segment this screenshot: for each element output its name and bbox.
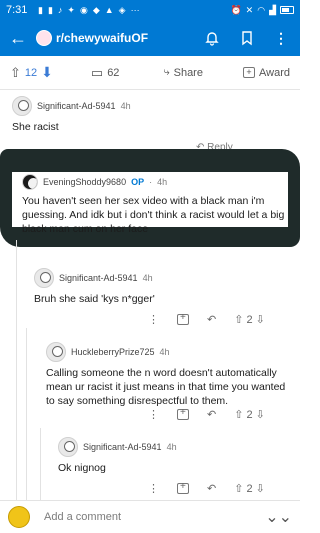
bookmark-icon[interactable] xyxy=(240,30,254,46)
comment: Significant-Ad-5941 4h Ok nignog xyxy=(0,437,300,475)
mute-icon: ✕ xyxy=(245,4,254,15)
avatar[interactable] xyxy=(34,268,54,288)
alarm-icon: ⏰ xyxy=(230,4,242,15)
notification-icon: ▲ xyxy=(104,5,114,15)
award-icon[interactable] xyxy=(177,312,189,325)
more-options-icon[interactable]: ⋮ xyxy=(148,313,159,326)
comment-username[interactable]: Significant-Ad-5941 xyxy=(83,442,162,452)
comment: EveningShoddy9680 OP · 4h You haven't se… xyxy=(0,174,300,236)
signal-icon: ▟ xyxy=(269,4,276,15)
notification-icon: ◉ xyxy=(79,4,88,15)
share-button[interactable]: ⤷ Share xyxy=(163,66,203,79)
award-button[interactable]: + Award xyxy=(243,67,290,79)
comment-text: She racist xyxy=(12,121,59,133)
vote-count: 2 xyxy=(246,482,253,495)
comment-composer: Add a comment ⌄⌄ xyxy=(0,500,300,533)
comment-age: 4h xyxy=(166,442,177,452)
comments-button[interactable]: ▭ 62 xyxy=(91,65,120,81)
comment-username[interactable]: HuckleberryPrize725 xyxy=(71,347,155,357)
notification-icon: ◈ xyxy=(118,4,126,15)
comment: Significant-Ad-5941 4h She racist ↶ Repl… xyxy=(0,96,300,153)
notification-icon: ✦ xyxy=(67,4,75,15)
comment-age: 4h xyxy=(120,101,131,111)
upvote-icon[interactable]: ⇧ xyxy=(10,65,21,81)
comment-username[interactable]: Significant-Ad-5941 xyxy=(59,273,138,283)
notification-icon: ▮ xyxy=(38,4,43,15)
downvote-icon[interactable]: ⇩ xyxy=(256,313,265,326)
comment-text: Calling someone the n word doesn't autom… xyxy=(46,367,286,407)
comment-actions: ⋮ ↶ ⇧ 2 ⇩ xyxy=(148,481,265,495)
more-options-icon[interactable]: ⋮ xyxy=(274,30,288,47)
post-vote-count: 12 xyxy=(24,66,38,79)
upvote-icon[interactable]: ⇧ xyxy=(234,313,243,326)
system-icons: ⏰ ✕ ◠ ▟ xyxy=(230,5,294,16)
post-action-bar: ⇧ 12 ⬇ ▭ 62 ⤷ Share + Award xyxy=(0,56,300,90)
wifi-icon: ◠ xyxy=(257,4,266,15)
more-options-icon[interactable]: ⋮ xyxy=(148,482,159,495)
comment-actions: ⋮ ↶ ⇧ 2 ⇩ xyxy=(148,407,265,421)
downvote-icon[interactable]: ⇩ xyxy=(256,408,265,421)
comment-age: 4h xyxy=(159,347,170,357)
back-arrow-icon[interactable]: ← xyxy=(0,28,36,49)
comment-text: Bruh she said 'kys n*gger' xyxy=(34,293,155,305)
award-icon: + xyxy=(243,67,256,78)
share-icon: ⤷ xyxy=(163,66,170,78)
comment-age: 4h xyxy=(157,177,168,187)
add-comment-input[interactable]: Add a comment xyxy=(44,511,265,523)
status-time: 7:31 xyxy=(6,4,28,16)
notification-icon: ▮ xyxy=(47,4,53,15)
downvote-icon[interactable]: ⇩ xyxy=(256,482,265,495)
comment-icon: ▭ xyxy=(90,64,104,80)
chevron-down-icon[interactable]: ⌄⌄ xyxy=(265,507,292,527)
notification-icons: ▮ ▮ ♪ ✦ ◉ ◆ ▲ ◈ ··· xyxy=(38,5,140,16)
avatar[interactable] xyxy=(22,174,38,190)
comment-age: 4h xyxy=(142,273,153,283)
award-icon[interactable] xyxy=(177,481,189,494)
avatar[interactable] xyxy=(58,437,78,457)
bell-icon[interactable] xyxy=(204,30,220,46)
comment-text: You haven't seen her sex video with a bl… xyxy=(22,195,285,235)
downvote-icon[interactable]: ⬇ xyxy=(41,64,53,81)
reply-icon[interactable]: ↶ xyxy=(207,408,216,421)
more-options-icon[interactable]: ⋮ xyxy=(148,408,159,421)
comment-username[interactable]: EveningShoddy9680 xyxy=(43,177,126,187)
subreddit-avatar[interactable] xyxy=(36,30,52,46)
comment: Significant-Ad-5941 4h Bruh she said 'ky… xyxy=(0,268,300,306)
comment-count: 62 xyxy=(107,66,120,79)
op-badge: OP xyxy=(131,177,145,187)
status-bar: 7:31 ▮ ▮ ♪ ✦ ◉ ◆ ▲ ◈ ··· ⏰ ✕ ◠ ▟ xyxy=(0,0,300,20)
vote-count: 2 xyxy=(246,408,253,421)
notification-icon: ◆ xyxy=(92,4,100,15)
comment-username[interactable]: Significant-Ad-5941 xyxy=(37,101,116,111)
share-label: Share xyxy=(173,66,203,79)
comment-actions: ⋮ ↶ ⇧ 2 ⇩ xyxy=(148,312,265,326)
reply-icon[interactable]: ↶ xyxy=(207,482,216,495)
award-icon[interactable] xyxy=(177,407,189,420)
battery-icon xyxy=(280,6,294,14)
award-label: Award xyxy=(259,66,290,79)
subreddit-title[interactable]: r/chewywaifuOF xyxy=(56,31,148,45)
more-notifications-icon: ··· xyxy=(130,5,140,15)
comment: HuckleberryPrize725 4h Calling someone t… xyxy=(0,342,300,408)
notification-icon: ♪ xyxy=(57,5,63,15)
reply-icon[interactable]: ↶ xyxy=(207,313,216,326)
upvote-icon[interactable]: ⇧ xyxy=(234,408,243,421)
upvote-icon[interactable]: ⇧ xyxy=(234,482,243,495)
avatar[interactable] xyxy=(12,96,32,116)
comment-text: Ok nignog xyxy=(58,462,106,474)
avatar[interactable] xyxy=(46,342,66,362)
app-bar: ← r/chewywaifuOF ⋮ xyxy=(0,20,300,56)
vote-count: 2 xyxy=(246,313,253,326)
user-avatar[interactable] xyxy=(8,506,30,528)
